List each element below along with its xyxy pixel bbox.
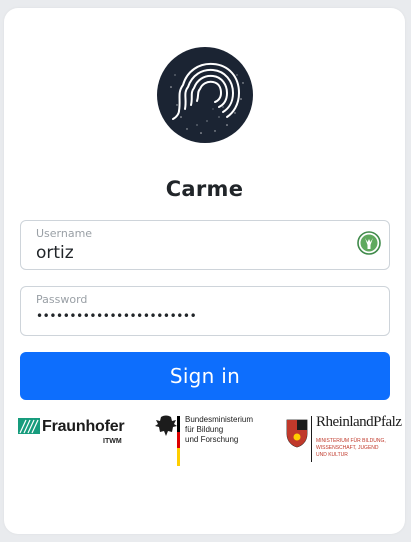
bmbf-line1: Bundesministerium [185, 415, 254, 424]
bmbf-logo: Bundesministerium für Bildung und Forsch… [151, 414, 269, 470]
password-manager-icon[interactable] [357, 231, 381, 255]
sign-in-button[interactable]: Sign in [20, 352, 390, 400]
login-card: Carme Username ortiz Password ••••••••••… [4, 8, 405, 534]
partner-logos: Fraunhofer ITWM Bundesministerium für Bi… [18, 414, 402, 474]
rlp-coat-of-arms-icon [286, 419, 308, 448]
bmbf-line2: für Bildung [185, 425, 224, 434]
rlp-name: RheinlandPfalz [316, 414, 402, 430]
fraunhofer-sub: ITWM [103, 438, 122, 445]
bmbf-line3: und Forschung [185, 435, 239, 444]
federal-eagle-icon [155, 415, 180, 466]
rlp-logo: RheinlandPfalz MINISTERIUM FÜR BILDUNG, … [286, 414, 402, 470]
rlp-line1: MINISTERIUM FÜR BILDUNG, [316, 438, 386, 444]
username-field[interactable]: Username ortiz [20, 220, 390, 270]
app-title: Carme [165, 177, 244, 201]
username-label: Username [36, 227, 93, 240]
username-value: ortiz [36, 243, 74, 263]
password-field[interactable]: Password •••••••••••••••••••••••• [20, 286, 390, 336]
carme-logo [157, 47, 253, 143]
rlp-divider [311, 416, 312, 462]
rlp-line2: WISSENSCHAFT, JUGEND [316, 445, 379, 451]
fraunhofer-logo: Fraunhofer ITWM [18, 416, 128, 450]
password-value: •••••••••••••••••••••••• [36, 309, 197, 323]
fraunhofer-mark-icon [18, 418, 40, 434]
rlp-line3: UND KULTUR [316, 452, 348, 458]
password-label: Password [36, 293, 88, 306]
fraunhofer-name: Fraunhofer [42, 418, 125, 435]
